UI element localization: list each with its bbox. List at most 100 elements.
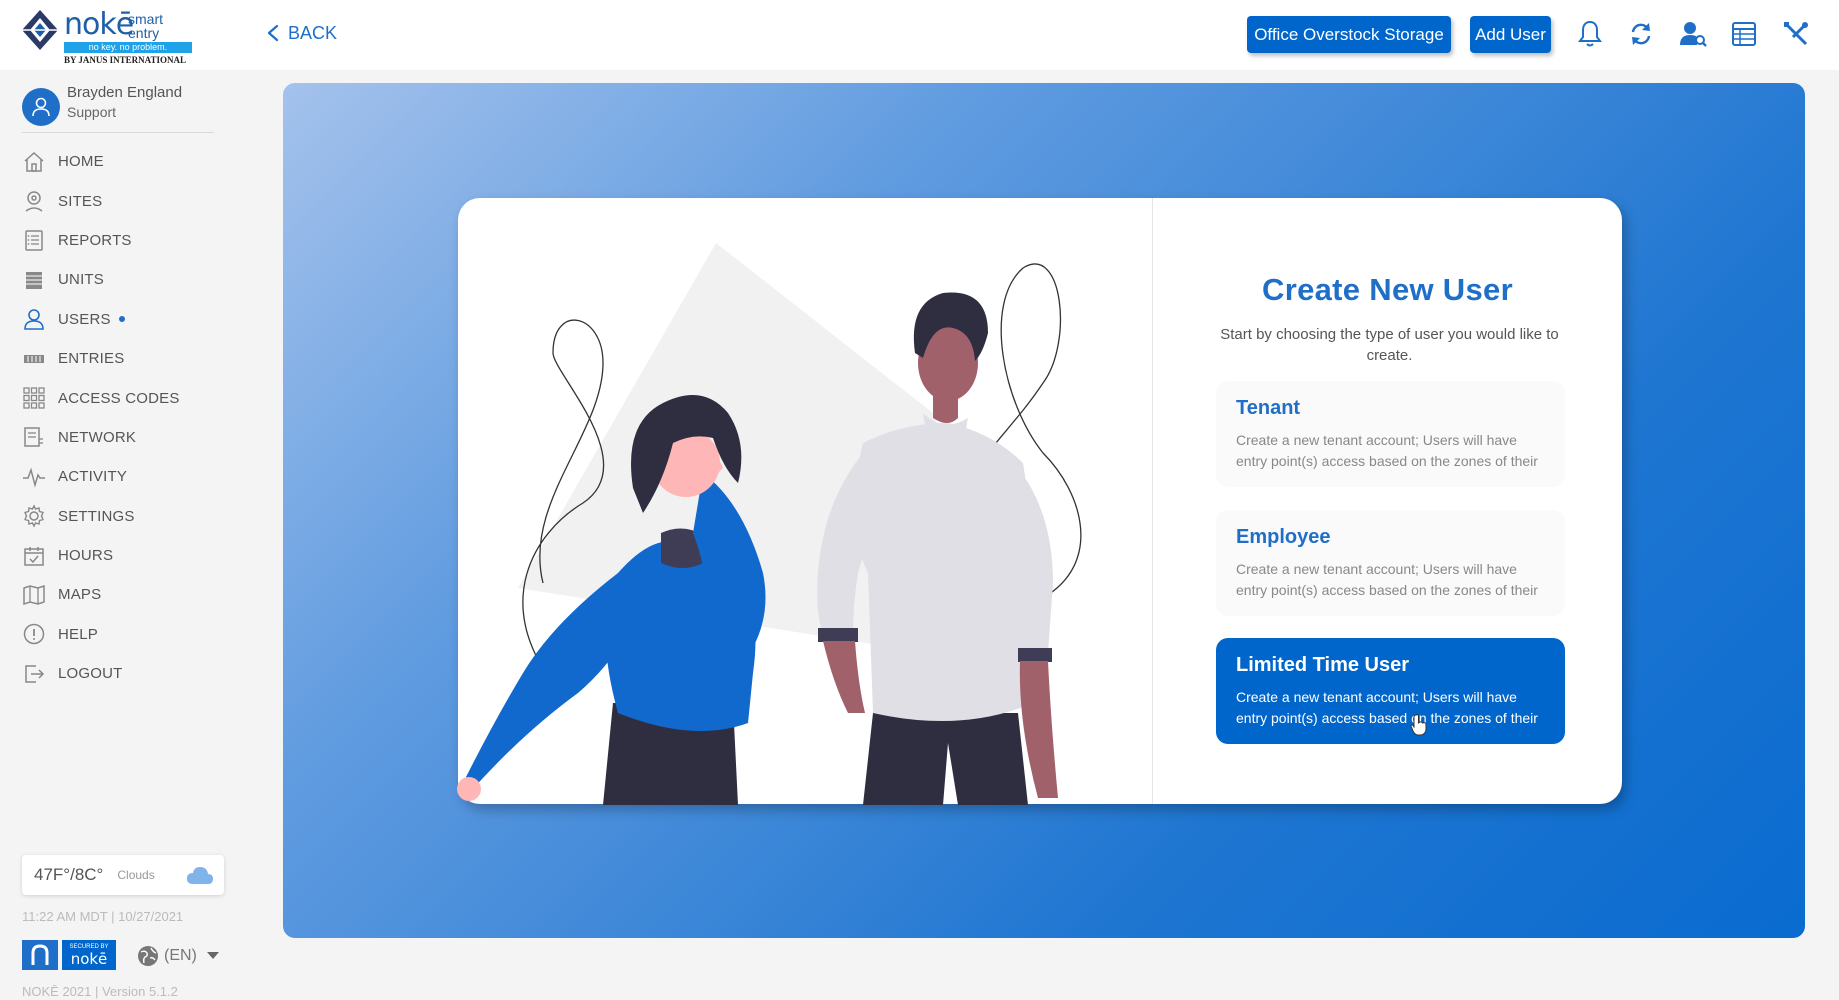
user-type-option-tenant[interactable]: Tenant Create a new tenant account; User… — [1216, 381, 1565, 487]
version-label: NOKĒ 2021 | Version 5.1.2 — [22, 984, 178, 999]
sidebar-item-label: SETTINGS — [58, 507, 135, 525]
sidebar-item-home[interactable]: HOME — [22, 142, 240, 181]
page-subtitle: Start by choosing the type of user you w… — [1220, 326, 1559, 364]
option-title: Employee — [1236, 526, 1331, 548]
sidebar-item-label: HOURS — [58, 547, 114, 565]
bell-icon — [1578, 20, 1602, 47]
gear-icon — [24, 504, 44, 528]
sidebar-divider — [22, 132, 214, 133]
globe-icon — [138, 946, 158, 966]
back-button[interactable]: BACK — [266, 20, 337, 46]
sidebar-item-label: ACCESS CODES — [58, 389, 180, 407]
user-role: Support — [67, 104, 117, 120]
sidebar-item-label: UNITS — [58, 271, 104, 289]
user-name: Brayden England — [67, 84, 183, 101]
sidebar-item-reports[interactable]: REPORTS — [22, 221, 240, 260]
logo-tagline: no key. no problem. — [64, 42, 192, 53]
tools-button[interactable] — [1779, 16, 1813, 52]
sidebar-nav: HOME SITES REPORTS UNITS USERS ENTRIES A… — [22, 142, 240, 693]
logo-brand-sub: smart entry — [128, 11, 163, 41]
activity-pulse-icon — [23, 467, 45, 488]
user-search-button[interactable] — [1676, 16, 1710, 52]
units-icon — [26, 271, 42, 289]
user-icon — [24, 309, 44, 331]
create-user-card: Create New User Start by choosing the ty… — [457, 198, 1622, 805]
create-user-panel: Create New User Start by choosing the ty… — [1153, 198, 1622, 804]
sidebar-item-sites[interactable]: SITES — [22, 181, 240, 220]
sidebar-item-settings[interactable]: SETTINGS — [22, 497, 240, 536]
user-type-option-limited-time-user[interactable]: Limited Time User Create a new tenant ac… — [1216, 638, 1565, 744]
user-profile[interactable]: Brayden England Support — [22, 84, 242, 132]
noke-logo-mark-icon — [20, 10, 60, 50]
back-label: BACK — [288, 22, 338, 43]
option-description: Create a new tenant account; Users will … — [1236, 689, 1538, 726]
security-badges: SECURED BY nokē — [22, 940, 116, 970]
entries-icon — [24, 354, 44, 363]
sidebar-item-label: MAPS — [58, 586, 102, 604]
logout-icon — [25, 665, 45, 683]
add-user-button[interactable]: Add User — [1470, 16, 1551, 53]
noke-logo[interactable]: nokē smart entry no key. no problem. BY … — [20, 6, 192, 65]
chevron-left-icon — [267, 24, 279, 42]
keypad-grid-icon — [23, 387, 45, 409]
caret-down-icon — [206, 952, 219, 959]
main-panel: Create New User Start by choosing the ty… — [283, 83, 1805, 938]
site-selector-button[interactable]: Office Overstock Storage — [1247, 16, 1451, 53]
sidebar-item-network[interactable]: NETWORK — [22, 418, 240, 457]
weather-condition: Clouds — [117, 868, 155, 882]
cloud-icon — [187, 867, 213, 884]
map-icon — [23, 584, 45, 606]
option-title: Tenant — [1236, 397, 1301, 419]
language-selector[interactable]: (EN) — [136, 944, 219, 968]
table-list-icon — [1732, 22, 1756, 46]
sidebar-item-label: REPORTS — [58, 231, 132, 249]
logo-byline: BY JANUS INTERNATIONAL — [64, 55, 187, 65]
calendar-check-icon — [24, 546, 44, 566]
sidebar-item-label: HOME — [58, 153, 104, 171]
secured-by-noke-badge: SECURED BY nokē — [62, 940, 116, 970]
option-description: Create a new tenant account; Users will … — [1236, 432, 1538, 469]
top-bar: nokē smart entry no key. no problem. BY … — [0, 0, 1839, 70]
sidebar-item-activity[interactable]: ACTIVITY — [22, 457, 240, 496]
sidebar-item-label: LOGOUT — [58, 665, 123, 683]
sidebar-item-hours[interactable]: HOURS — [22, 536, 240, 575]
refresh-button[interactable] — [1624, 16, 1658, 52]
weather-widget: 47F°/8C° Clouds — [22, 855, 224, 895]
sidebar-item-entries[interactable]: ENTRIES — [22, 339, 240, 378]
location-pin-icon — [25, 191, 43, 212]
people-illustration — [457, 243, 1082, 805]
avatar — [22, 88, 60, 126]
network-doc-icon — [24, 427, 43, 448]
sidebar-item-maps[interactable]: MAPS — [22, 575, 240, 614]
notifications-button[interactable] — [1573, 16, 1607, 52]
secured-by-brand: nokē — [70, 949, 108, 968]
sidebar-item-units[interactable]: UNITS — [22, 260, 240, 299]
option-title: Limited Time User — [1236, 654, 1410, 676]
table-view-button[interactable] — [1727, 16, 1761, 52]
clipboard-list-icon — [25, 230, 43, 252]
sidebar-item-label: SITES — [58, 192, 103, 210]
sidebar-item-label: ENTRIES — [58, 350, 125, 368]
tools-icon — [1784, 22, 1808, 46]
page-title: Create New User — [1262, 272, 1513, 307]
sidebar-item-logout[interactable]: LOGOUT — [22, 654, 240, 693]
sidebar-item-label: ACTIVITY — [58, 468, 128, 486]
user-search-icon — [1680, 22, 1707, 47]
sidebar-item-access-codes[interactable]: ACCESS CODES — [22, 378, 240, 417]
language-label: (EN) — [164, 947, 197, 964]
option-description: Create a new tenant account; Users will … — [1236, 561, 1538, 598]
hand-pointer-cursor-icon — [1410, 714, 1427, 736]
sidebar-item-help[interactable]: HELP — [22, 615, 240, 654]
weather-temp: 47F°/8C° — [34, 865, 104, 884]
sidebar-item-users[interactable]: USERS — [22, 300, 240, 339]
home-icon — [24, 151, 44, 172]
refresh-icon — [1631, 23, 1651, 45]
noke-n-icon — [31, 944, 49, 965]
active-indicator-dot — [118, 316, 125, 323]
noke-n-badge — [22, 940, 58, 970]
user-avatar-icon — [32, 97, 50, 117]
user-type-option-employee[interactable]: Employee Create a new tenant account; Us… — [1216, 510, 1565, 616]
help-icon — [23, 624, 45, 645]
sidebar: Brayden England Support HOME SITES REPOR… — [0, 70, 240, 1000]
logo-brand: nokē — [64, 7, 134, 42]
